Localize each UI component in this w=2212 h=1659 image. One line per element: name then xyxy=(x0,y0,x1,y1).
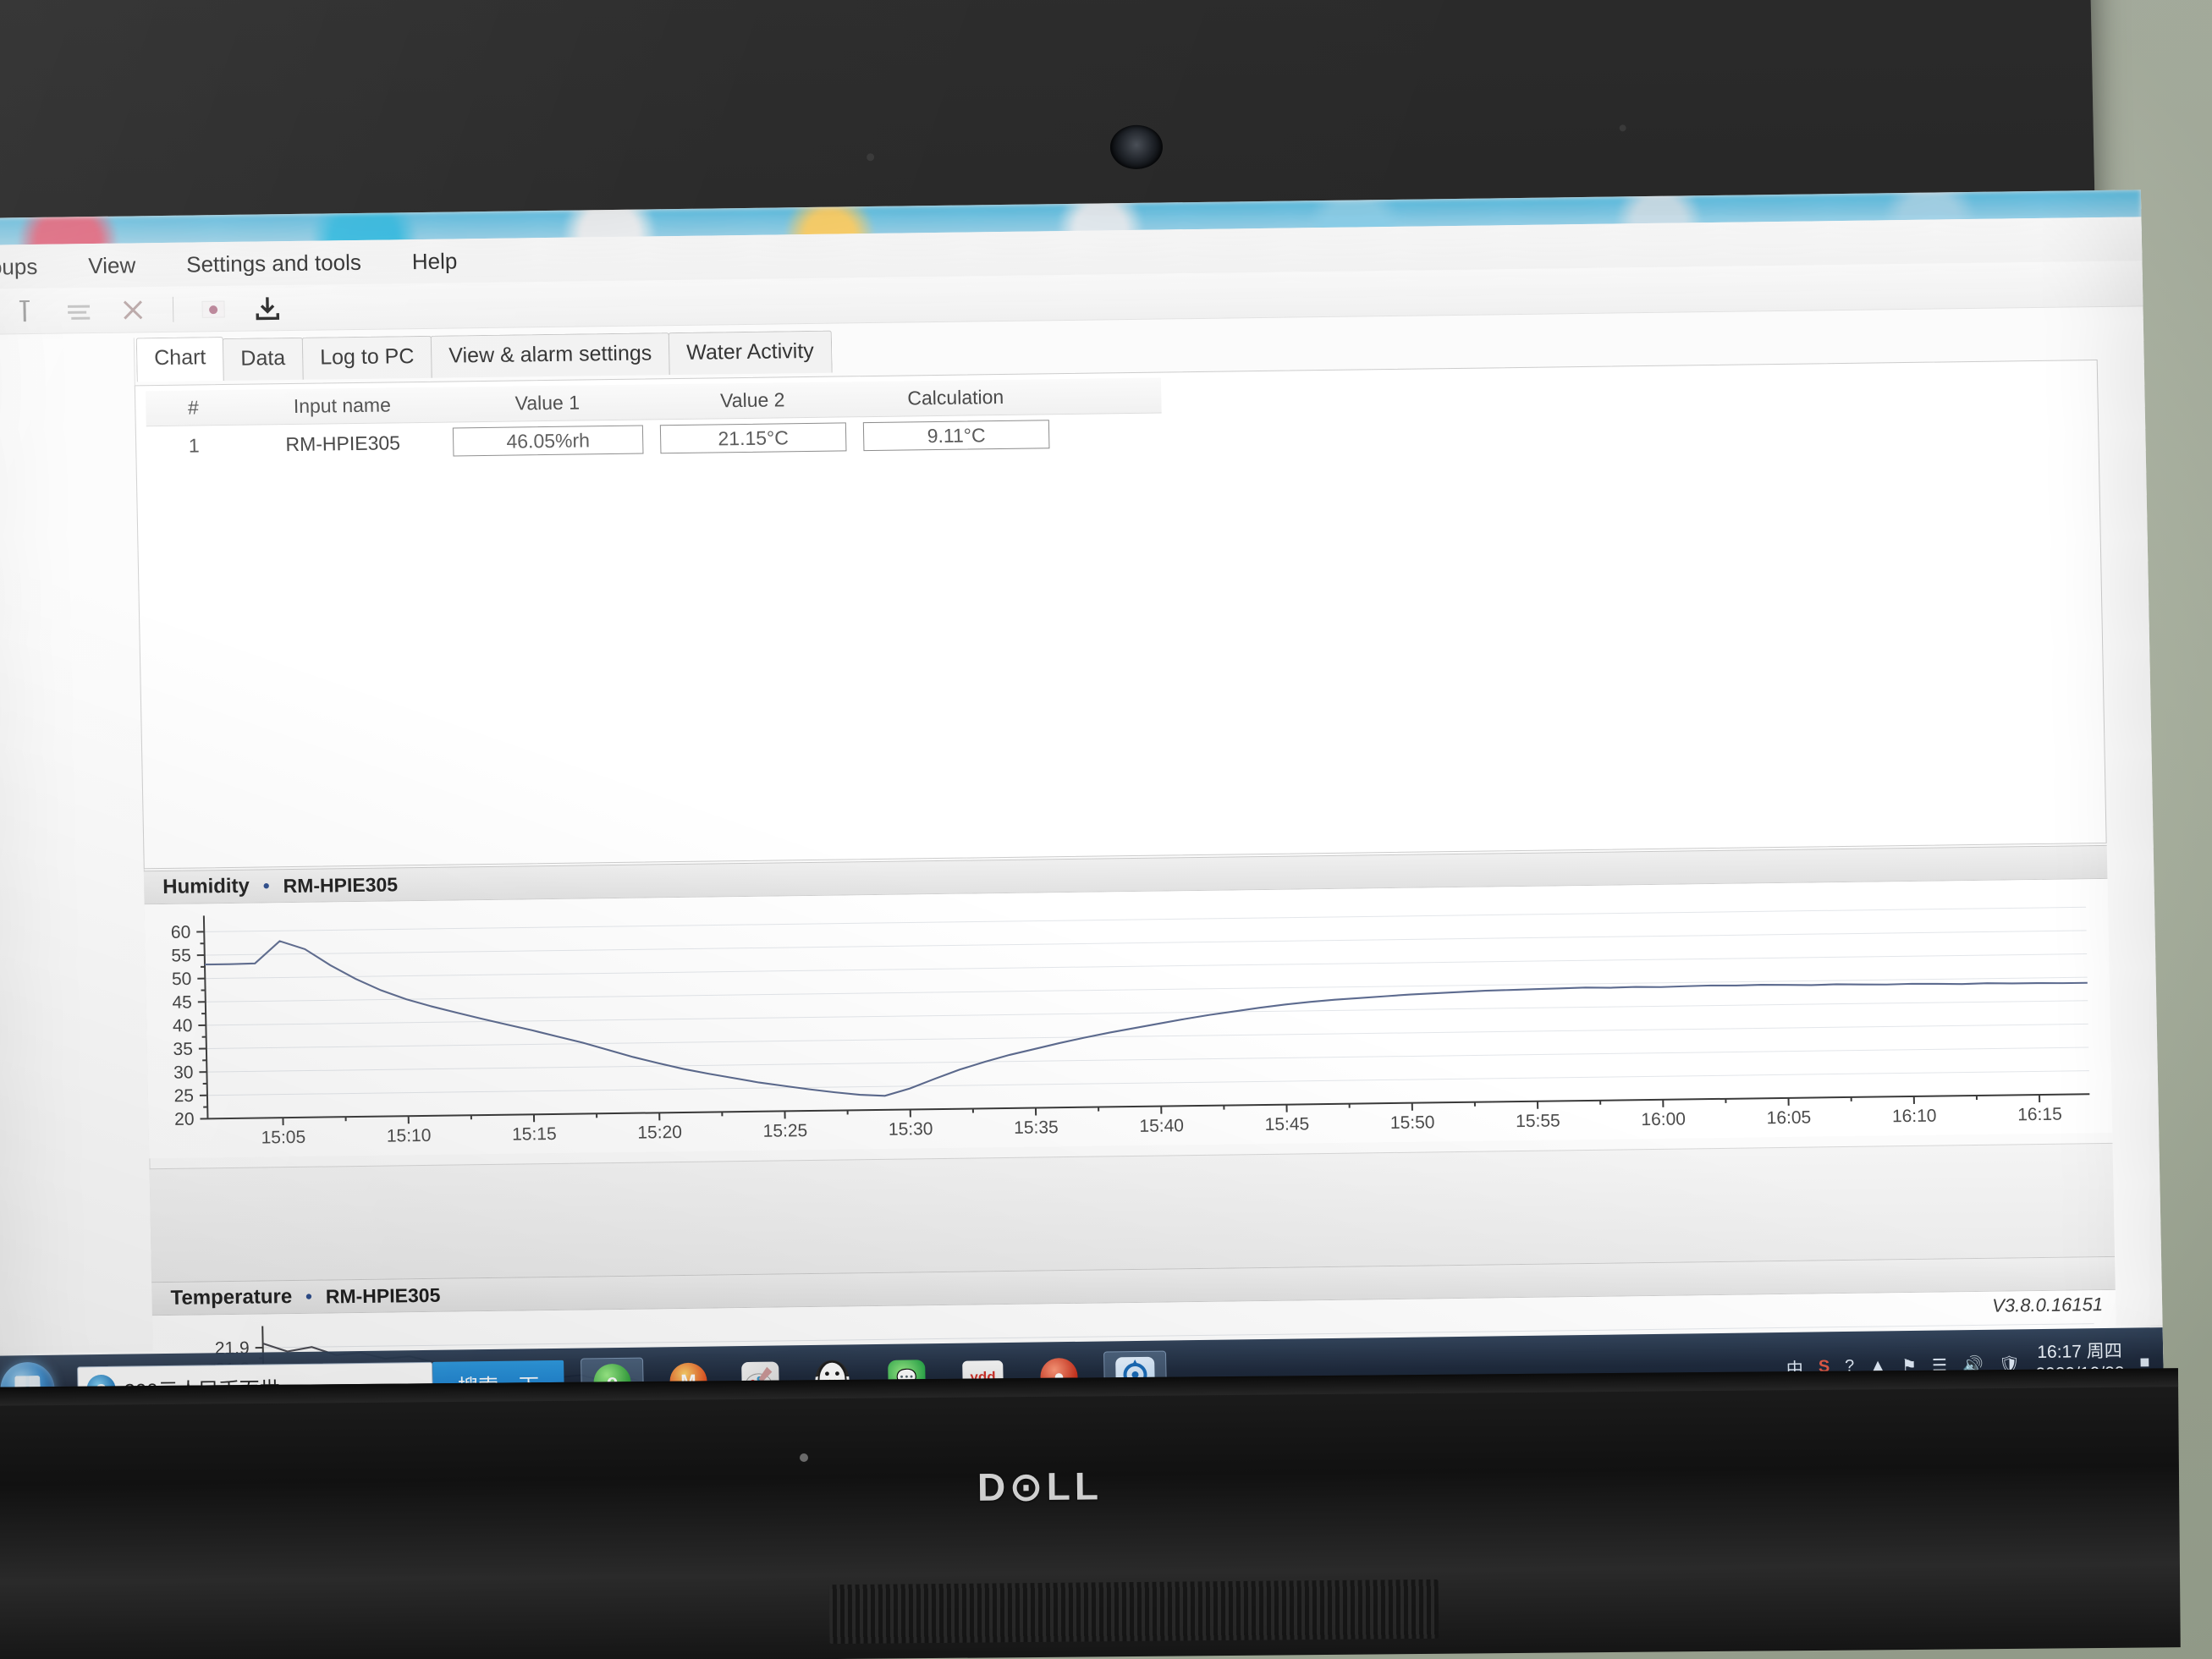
humidity-series-label: RM-HPIE305 xyxy=(283,872,399,897)
close-x-icon[interactable] xyxy=(118,295,148,324)
menu-item-groups[interactable]: d groups xyxy=(0,253,38,280)
base-indicator-dot xyxy=(800,1453,808,1462)
svg-text:16:15: 16:15 xyxy=(2017,1105,2062,1125)
svg-text:16:00: 16:00 xyxy=(1641,1109,1686,1129)
row-value2-cell: 21.15°C xyxy=(652,422,856,454)
humidity-chart-title: Humidity xyxy=(162,874,250,899)
svg-text:15:35: 15:35 xyxy=(1014,1118,1059,1138)
cursor-icon[interactable] xyxy=(10,296,40,325)
laptop-screen: d groups View Settings and tools Help t1 xyxy=(0,190,2165,1449)
svg-text:15:55: 15:55 xyxy=(1516,1111,1560,1131)
webcam-indicator-dot-right xyxy=(1619,124,1626,132)
svg-text:40: 40 xyxy=(173,1016,193,1036)
chart-tab-content: # Input name Value 1 Value 2 Calculation… xyxy=(134,360,2107,870)
bullet-icon: • xyxy=(305,1285,313,1307)
humidity-line-chart: 20 25 30 35 40 45 50 55 60 15:05 15:10 15:15 15:20 15… xyxy=(171,906,2090,1148)
clock-time: 16:17 周四 xyxy=(2037,1341,2122,1362)
svg-text:45: 45 xyxy=(172,992,192,1012)
menu-item-settings-and-tools[interactable]: Settings and tools xyxy=(186,249,361,277)
column-header-calculation: Calculation xyxy=(907,385,1004,409)
left-panel xyxy=(0,338,154,1347)
svg-text:15:10: 15:10 xyxy=(387,1126,432,1146)
row-value1-cell: 46.05%rh xyxy=(444,425,652,457)
svg-text:15:05: 15:05 xyxy=(261,1128,305,1148)
column-header-index: # xyxy=(187,396,199,419)
tab-view-alarm-settings[interactable]: View & alarm settings xyxy=(430,332,670,378)
temperature-chart-title: Temperature xyxy=(170,1285,293,1310)
tab-water-activity[interactable]: Water Activity xyxy=(668,330,833,376)
svg-text:16:05: 16:05 xyxy=(1766,1108,1811,1129)
version-label: V3.8.0.16151 xyxy=(1991,1294,2104,1316)
tab-log-to-pc[interactable]: Log to PC xyxy=(301,335,432,380)
toolbar-separator xyxy=(172,296,174,322)
svg-text:25: 25 xyxy=(173,1086,194,1106)
svg-text:55: 55 xyxy=(171,946,191,965)
svg-text:15:30: 15:30 xyxy=(889,1119,933,1140)
calculation-field[interactable]: 9.11°C xyxy=(862,420,1050,452)
svg-text:15:15: 15:15 xyxy=(512,1124,557,1145)
svg-text:16:10: 16:10 xyxy=(1892,1107,1937,1127)
svg-text:30: 30 xyxy=(173,1063,194,1082)
value1-field[interactable]: 46.05%rh xyxy=(452,425,644,457)
menu-item-help[interactable]: Help xyxy=(412,248,458,275)
download-icon[interactable] xyxy=(253,294,283,322)
tab-strip: Chart Data Log to PC View & alarm settin… xyxy=(135,329,833,382)
humidity-chart-panel: Humidity • RM-HPIE305 20 25 30 35 40 45 50 55 60… xyxy=(143,844,2113,1159)
row-calculation-cell: 9.11°C xyxy=(855,420,1059,452)
temperature-series-label: RM-HPIE305 xyxy=(325,1283,441,1308)
speaker-grille xyxy=(828,1579,1439,1645)
row-input-name: RM-HPIE305 xyxy=(285,431,401,455)
value2-field[interactable]: 21.15°C xyxy=(659,422,847,454)
svg-text:15:20: 15:20 xyxy=(637,1123,682,1143)
humidity-plot-area[interactable]: 20 25 30 35 40 45 50 55 60 15:05 15:10 15:15 15:20 15… xyxy=(144,878,2113,1159)
row-index: 1 xyxy=(188,433,200,457)
svg-text:15:40: 15:40 xyxy=(1139,1116,1184,1136)
inputs-table: # Input name Value 1 Value 2 Calculation… xyxy=(145,377,1163,466)
laptop-device: d groups View Settings and tools Help t1 xyxy=(0,0,2212,1659)
svg-text:15:25: 15:25 xyxy=(762,1121,807,1141)
bullet-icon: • xyxy=(262,875,270,897)
tab-data[interactable]: Data xyxy=(222,337,304,382)
svg-text:50: 50 xyxy=(172,970,192,989)
column-header-input-name: Input name xyxy=(293,393,392,417)
svg-text:15:50: 15:50 xyxy=(1390,1112,1435,1133)
application-window: d groups View Settings and tools Help t1 xyxy=(0,217,2163,1449)
dell-brand-logo: D⊙LL xyxy=(977,1464,1103,1509)
svg-text:35: 35 xyxy=(173,1040,193,1059)
menu-item-view[interactable]: View xyxy=(88,252,135,279)
tab-chart[interactable]: Chart xyxy=(135,337,224,382)
svg-text:60: 60 xyxy=(171,923,191,942)
svg-text:20: 20 xyxy=(174,1110,195,1129)
list-icon[interactable] xyxy=(64,296,94,325)
column-header-value1: Value 1 xyxy=(514,391,581,415)
svg-text:15:45: 15:45 xyxy=(1264,1114,1309,1134)
record-dot-icon[interactable] xyxy=(199,294,228,322)
column-header-value2: Value 2 xyxy=(719,388,785,412)
